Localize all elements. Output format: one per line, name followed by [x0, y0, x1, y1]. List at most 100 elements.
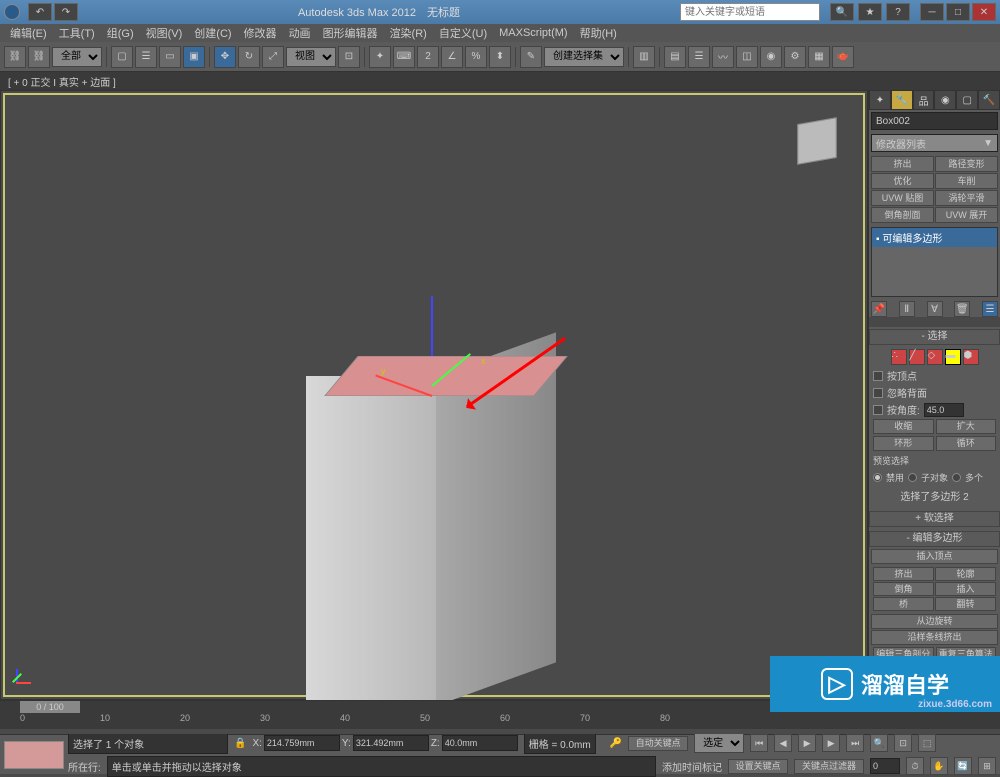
schematic-icon[interactable]: ◫ [736, 46, 758, 68]
snap-2d-icon[interactable]: 2 [417, 46, 439, 68]
named-sel-dropdown[interactable]: 创建选择集 [544, 47, 624, 67]
mod-uvwmap-button[interactable]: UVW 贴图 [871, 190, 934, 206]
edge-subobj-icon[interactable]: ╱ [909, 349, 925, 365]
menu-rendering[interactable]: 渲染(R) [384, 25, 433, 41]
rotate-icon[interactable]: ↻ [238, 46, 260, 68]
zoom-all-icon[interactable]: ⊡ [894, 734, 912, 752]
layers-icon[interactable]: ☰ [688, 46, 710, 68]
rollout-edit-poly-header[interactable]: - 编辑多边形 [869, 531, 1000, 547]
mod-lathe-button[interactable]: 车削 [935, 173, 998, 189]
modify-tab-icon[interactable]: 🔧 [891, 90, 913, 110]
bevel-button[interactable]: 倒角 [873, 582, 934, 596]
preview-multi-radio[interactable] [952, 473, 961, 482]
keyboard-shortcut-icon[interactable]: ⌨ [393, 46, 415, 68]
selection-filter-dropdown[interactable]: 全部 [52, 47, 102, 67]
menu-maxscript[interactable]: MAXScript(M) [493, 27, 573, 39]
move-icon[interactable]: ✥ [214, 46, 236, 68]
window-crossing-icon[interactable]: ▣ [183, 46, 205, 68]
element-subobj-icon[interactable]: ⬢ [963, 349, 979, 365]
hierarchy-tab-icon[interactable]: 品 [913, 90, 935, 110]
snap-percent-icon[interactable]: % [465, 46, 487, 68]
menu-views[interactable]: 视图(V) [140, 25, 189, 41]
display-tab-icon[interactable]: ▢ [956, 90, 978, 110]
utilities-tab-icon[interactable]: 🔨 [978, 90, 1000, 110]
zoom-icon[interactable]: 🔍 [870, 734, 888, 752]
snap-angle-icon[interactable]: ∠ [441, 46, 463, 68]
select-region-icon[interactable]: ▭ [159, 46, 181, 68]
search-icon[interactable]: 🔍 [830, 3, 854, 21]
select-name-icon[interactable]: ☰ [135, 46, 157, 68]
minimize-button[interactable]: ─ [920, 3, 944, 21]
max-viewport-icon[interactable]: ⊞ [978, 757, 996, 775]
viewcube[interactable] [787, 111, 847, 171]
viewport-label[interactable]: [ + 0 正交 I 真实 + 边面 ] [0, 72, 1000, 90]
modifier-list-dropdown[interactable]: 修改器列表▼ [871, 134, 998, 152]
outline-button[interactable]: 轮廓 [935, 567, 996, 581]
mod-extrude-button[interactable]: 挤出 [871, 156, 934, 172]
show-end-result-icon[interactable]: Ⅱ [899, 301, 915, 317]
select-icon[interactable]: ▢ [111, 46, 133, 68]
mirror-icon[interactable]: ▥ [633, 46, 655, 68]
scale-icon[interactable]: ⤢ [262, 46, 284, 68]
script-mini-listener[interactable] [4, 741, 64, 769]
ignore-backface-checkbox[interactable] [873, 388, 883, 398]
rollout-soft-sel-header[interactable]: + 软选择 [869, 511, 1000, 527]
hinge-button[interactable]: 从边旋转 [871, 614, 998, 629]
auto-key-button[interactable]: 自动关键点 [628, 736, 688, 751]
render-frame-icon[interactable]: ▦ [808, 46, 830, 68]
current-frame-input[interactable] [870, 758, 900, 774]
help-icon[interactable]: ? [886, 3, 910, 21]
time-ruler[interactable]: 0 10 20 30 40 50 60 70 80 [0, 713, 1000, 729]
add-time-tag[interactable]: 添加时间标记 [662, 759, 722, 774]
ring-button[interactable]: 环形 [873, 436, 934, 451]
configure-sets-icon[interactable]: ☰ [982, 301, 998, 317]
shrink-button[interactable]: 收缩 [873, 419, 934, 434]
menu-help[interactable]: 帮助(H) [574, 25, 623, 41]
close-button[interactable]: ✕ [972, 3, 996, 21]
loop-button[interactable]: 循环 [936, 436, 997, 451]
link-icon[interactable]: ⛓ [4, 46, 26, 68]
extrude-spline-button[interactable]: 沿样条线挤出 [871, 630, 998, 645]
orbit-icon[interactable]: 🔄 [954, 757, 972, 775]
mod-bevelprofile-button[interactable]: 倒角剖面 [871, 207, 934, 223]
set-key-button[interactable]: 设置关键点 [728, 759, 788, 774]
edit-named-sel-icon[interactable]: ✎ [520, 46, 542, 68]
menu-group[interactable]: 组(G) [101, 25, 140, 41]
flip-button[interactable]: 翻转 [935, 597, 996, 611]
align-icon[interactable]: ▤ [664, 46, 686, 68]
ref-coord-dropdown[interactable]: 视图 [286, 47, 336, 67]
menu-customize[interactable]: 自定义(U) [433, 25, 493, 41]
create-tab-icon[interactable]: ✦ [869, 90, 891, 110]
inset-button[interactable]: 插入 [935, 582, 996, 596]
unlink-icon[interactable]: ⛓ [28, 46, 50, 68]
lock-icon[interactable]: 🔒 [234, 738, 246, 749]
x-coord-input[interactable] [264, 735, 340, 751]
time-config-icon[interactable]: ⏱ [906, 757, 924, 775]
make-unique-icon[interactable]: ∀ [927, 301, 943, 317]
goto-start-icon[interactable]: ⏮ [750, 734, 768, 752]
maximize-button[interactable]: □ [946, 3, 970, 21]
pivot-icon[interactable]: ⊡ [338, 46, 360, 68]
play-icon[interactable]: ▶ [798, 734, 816, 752]
vertex-subobj-icon[interactable]: ∴ [891, 349, 907, 365]
time-slider-handle[interactable]: 0 / 100 [20, 701, 80, 713]
z-axis-icon[interactable] [431, 296, 433, 356]
grow-button[interactable]: 扩大 [936, 419, 997, 434]
key-icon[interactable]: 🔑 [610, 738, 622, 749]
favorite-icon[interactable]: ★ [858, 3, 882, 21]
menu-tools[interactable]: 工具(T) [53, 25, 101, 41]
rollout-selection-header[interactable]: - 选择 [869, 329, 1000, 345]
mod-uvwunwrap-button[interactable]: UVW 展开 [935, 207, 998, 223]
mod-pathdeform-button[interactable]: 路径变形 [935, 156, 998, 172]
key-filters-button[interactable]: 关键点过滤器 [794, 759, 864, 774]
curve-editor-icon[interactable]: 〰 [712, 46, 734, 68]
by-angle-checkbox[interactable] [873, 405, 883, 415]
app-icon[interactable] [4, 4, 20, 20]
manipulate-icon[interactable]: ✦ [369, 46, 391, 68]
material-editor-icon[interactable]: ◉ [760, 46, 782, 68]
undo-icon[interactable]: ↶ [28, 3, 52, 21]
pin-stack-icon[interactable]: 📌 [871, 301, 887, 317]
motion-tab-icon[interactable]: ◉ [934, 90, 956, 110]
spinner-snap-icon[interactable]: ⬍ [489, 46, 511, 68]
menu-create[interactable]: 创建(C) [188, 25, 237, 41]
